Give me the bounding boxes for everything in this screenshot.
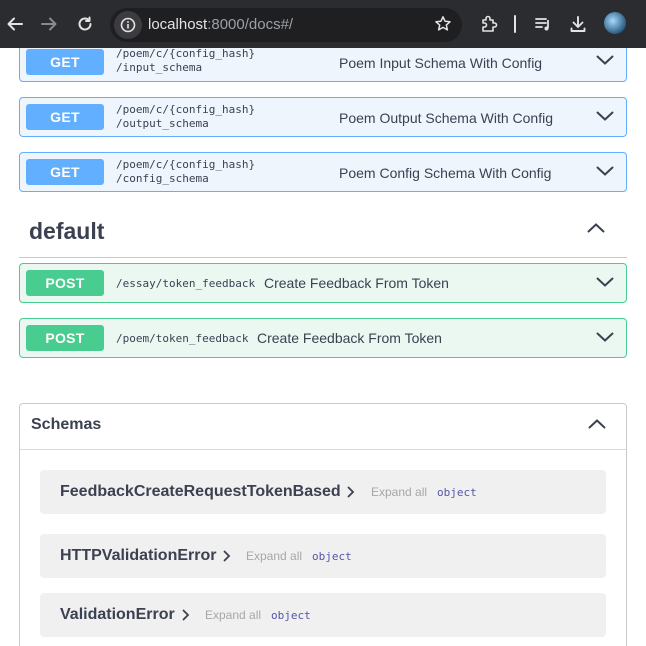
schema-type: object <box>437 486 477 499</box>
operation-path: /poem/c/{config_hash} /input_schema <box>116 48 255 75</box>
expand-all-link[interactable]: Expand all <box>205 608 261 622</box>
path-line: /poem/c/{config_hash} <box>116 48 256 60</box>
forward-arrow-icon[interactable] <box>36 11 62 37</box>
schema-model-validation-error[interactable]: ValidationError Expand all object <box>40 593 606 637</box>
reload-icon[interactable] <box>72 11 98 37</box>
chevron-right-icon[interactable] <box>223 550 231 562</box>
chevron-down-icon[interactable] <box>596 110 614 122</box>
path-line: /output_schema <box>116 117 209 130</box>
schema-name[interactable]: FeedbackCreateRequestTokenBased <box>60 483 341 501</box>
tag-title: default <box>29 218 105 244</box>
method-badge: POST <box>26 325 104 351</box>
address-bar[interactable]: localhost:8000/docs#/ <box>110 8 462 42</box>
chevron-right-icon[interactable] <box>347 486 355 498</box>
operation-summary: Poem Config Schema With Config <box>339 165 552 181</box>
method-badge: GET <box>26 49 104 75</box>
extensions-icon[interactable] <box>476 11 502 37</box>
operation-summary: Poem Input Schema With Config <box>339 55 543 71</box>
schema-type: object <box>312 550 352 563</box>
method-badge: GET <box>26 104 104 130</box>
chevron-down-icon[interactable] <box>596 276 614 288</box>
url-path: :8000/docs#/ <box>207 16 294 33</box>
operation-summary: Create Feedback From Token <box>264 275 449 291</box>
chevron-right-icon[interactable] <box>182 609 190 621</box>
expand-all-link[interactable]: Expand all <box>371 485 427 499</box>
schema-model-http-validation-error[interactable]: HTTPValidationError Expand all object <box>40 534 606 578</box>
method-badge: POST <box>26 270 104 296</box>
bookmark-star-icon[interactable] <box>434 15 452 33</box>
opblock-get-output-schema[interactable]: GET /poem/c/{config_hash} /output_schema… <box>19 97 627 137</box>
tag-section-default[interactable]: default <box>19 208 627 258</box>
schemas-title: Schemas <box>31 416 102 433</box>
path-line: /poem/c/{config_hash} <box>116 103 256 116</box>
chevron-up-icon[interactable] <box>588 418 606 430</box>
site-info-icon[interactable] <box>114 11 142 39</box>
toolbar-separator <box>514 15 516 33</box>
path-line: /config_schema <box>116 172 209 185</box>
opblock-get-config-schema[interactable]: GET /poem/c/{config_hash} /config_schema… <box>19 152 627 192</box>
chevron-down-icon[interactable] <box>596 165 614 177</box>
opblock-get-input-schema[interactable]: GET /poem/c/{config_hash} /input_schema … <box>19 48 627 82</box>
download-icon[interactable] <box>565 11 591 37</box>
operation-summary: Poem Output Schema With Config <box>339 110 553 126</box>
opblock-post-poem-token-feedback[interactable]: POST /poem/token_feedback Create Feedbac… <box>19 318 627 358</box>
swagger-content: GET /poem/c/{config_hash} /input_schema … <box>0 48 646 646</box>
schema-name[interactable]: HTTPValidationError <box>60 547 216 565</box>
url-text: localhost:8000/docs#/ <box>148 16 293 33</box>
schema-type: object <box>271 609 311 622</box>
operation-path: /poem/c/{config_hash} /output_schema <box>116 103 255 131</box>
operation-summary: Create Feedback From Token <box>257 330 442 346</box>
profile-avatar[interactable] <box>604 12 626 34</box>
operation-path: /essay/token_feedback <box>116 277 256 290</box>
expand-all-link[interactable]: Expand all <box>246 549 302 563</box>
opblock-post-essay-token-feedback[interactable]: POST /essay/token_feedback Create Feedba… <box>19 263 627 303</box>
chevron-up-icon[interactable] <box>587 222 605 234</box>
schema-name[interactable]: ValidationError <box>60 606 175 624</box>
back-arrow-icon[interactable] <box>2 11 28 37</box>
operation-path: /poem/token_feedback <box>116 332 249 345</box>
browser-toolbar: localhost:8000/docs#/ <box>0 0 646 48</box>
operation-path: /poem/c/{config_hash} /config_schema <box>116 158 255 186</box>
url-host: localhost <box>148 16 208 33</box>
method-badge: GET <box>26 159 104 185</box>
schema-model-feedback-create-request[interactable]: FeedbackCreateRequestTokenBased Expand a… <box>40 470 606 514</box>
path-line: /poem/c/{config_hash} <box>116 158 256 171</box>
schemas-section: Schemas FeedbackCreateRequestTokenBased … <box>19 403 627 646</box>
schemas-header[interactable]: Schemas <box>20 404 626 450</box>
chevron-down-icon[interactable] <box>596 54 614 66</box>
media-controls-icon[interactable] <box>530 11 556 37</box>
chevron-down-icon[interactable] <box>596 331 614 343</box>
path-line: /input_schema <box>116 61 203 74</box>
